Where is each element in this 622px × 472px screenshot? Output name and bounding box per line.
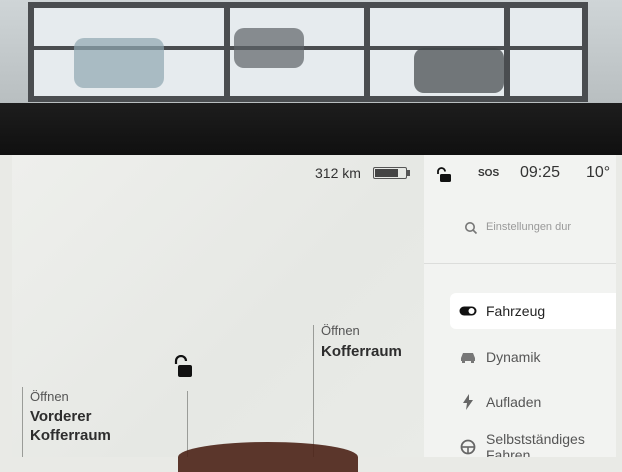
trunk-divider: [313, 325, 314, 457]
clock: 09:25: [520, 164, 561, 181]
menu-item-dynamik[interactable]: Dynamik: [450, 339, 616, 375]
search-separator: [424, 263, 616, 264]
menu-item-aufladen[interactable]: Aufladen: [450, 384, 616, 420]
touchscreen: 312 km Öffnen Kofferraum Öffnen Vorderer…: [12, 155, 616, 457]
range-display: 312 km: [315, 165, 361, 181]
menu-item-label: Fahrzeug: [486, 303, 546, 319]
window-bar: [504, 8, 510, 96]
window-bar: [364, 8, 370, 96]
battery-fill: [375, 169, 398, 177]
lightning-icon: [454, 394, 482, 410]
trunk-label[interactable]: Kofferraum: [321, 342, 402, 361]
garage-window: [28, 2, 588, 102]
lock-status-icon[interactable]: [436, 167, 452, 188]
unlock-icon[interactable]: [172, 354, 194, 384]
steering-wheel-icon: [454, 439, 482, 455]
window-bar: [224, 8, 230, 96]
vehicle-view: 312 km Öffnen Kofferraum Öffnen Vorderer…: [12, 155, 424, 457]
frunk-action[interactable]: Öffnen: [30, 389, 69, 404]
frunk-label-line1[interactable]: Vorderer: [30, 407, 91, 426]
settings-search-input[interactable]: Einstellungen dur: [486, 221, 571, 233]
menu-item-label: Dynamik: [486, 349, 541, 365]
outside-temperature: 10°: [586, 164, 611, 181]
parked-car: [414, 48, 504, 93]
frunk-label-line2[interactable]: Kofferraum: [30, 426, 111, 445]
parked-car: [74, 38, 164, 88]
frunk-divider-right: [187, 391, 188, 457]
settings-panel: SOS 09:25 10° Einstellungen dur Fahrzeug: [424, 155, 616, 457]
menu-item-selbststaendiges-fahren[interactable]: Selbstständiges Fahren: [450, 427, 616, 457]
battery-tip: [407, 170, 410, 176]
menu-item-label: Selbstständiges Fahren: [486, 431, 585, 457]
menu-item-fahrzeug[interactable]: Fahrzeug: [450, 293, 616, 329]
trunk-action[interactable]: Öffnen: [321, 323, 360, 338]
toggle-icon: [454, 306, 482, 316]
search-icon[interactable]: [464, 221, 478, 240]
menu-item-label: Aufladen: [486, 394, 542, 410]
parked-car: [234, 28, 304, 68]
sos-indicator[interactable]: SOS: [478, 168, 499, 179]
car-icon: [454, 351, 482, 363]
screen-bezel: [0, 103, 622, 155]
photo-foreground-object: [178, 442, 358, 472]
battery-icon: [373, 167, 407, 179]
frunk-divider: [22, 387, 23, 457]
